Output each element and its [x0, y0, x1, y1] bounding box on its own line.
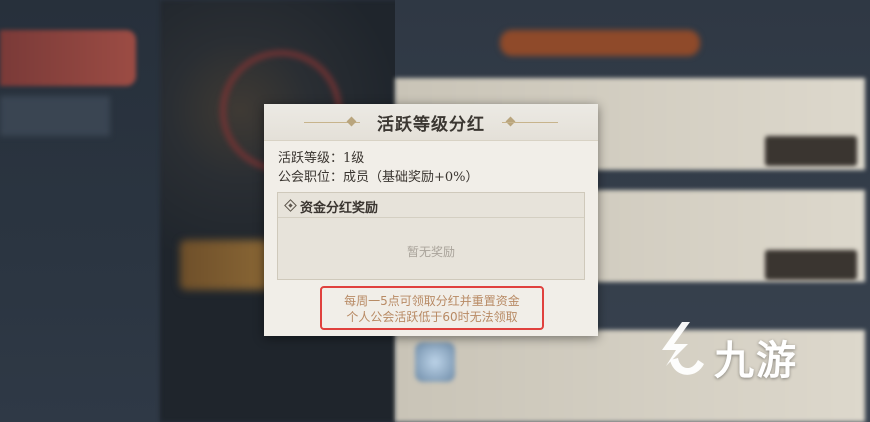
reward-panel-header: 资金分红奖励 — [278, 193, 584, 218]
background-card-button — [765, 250, 857, 280]
diamond-bullet-icon — [284, 199, 297, 212]
highlighted-notes: 每周一5点可领取分红并重置资金 个人公会活跃低于60时无法领取 — [320, 286, 544, 330]
no-reward-text: 暂无奖励 — [406, 245, 455, 259]
note-line: 个人公会活跃低于60时无法领取 — [346, 310, 518, 324]
background-gem-icon — [415, 342, 455, 382]
background-top-banner — [500, 30, 700, 56]
background-card-button — [765, 136, 857, 166]
jiuyou-logo-icon — [662, 322, 704, 375]
jiuyou-watermark: 九游 — [652, 318, 852, 388]
reward-panel-title: 资金分红奖励 — [300, 201, 379, 216]
dividend-reward-panel: 资金分红奖励 暂无奖励 — [277, 192, 585, 280]
activity-level-text: 活跃等级：1级 — [278, 151, 365, 166]
guild-position-text: 公会职位：成员（基础奖励+0%） — [278, 170, 479, 185]
dialog-header: 活跃等级分红 — [264, 104, 598, 141]
activity-dividend-dialog: 活跃等级分红 活跃等级：1级 公会职位：成员（基础奖励+0%） 资金分红奖励 暂… — [264, 104, 598, 336]
background-tab — [0, 96, 110, 136]
title-ornament-line-right — [502, 122, 558, 123]
watermark-text: 九游 — [714, 338, 798, 384]
background-active-tab — [0, 30, 136, 86]
note-line: 每周一5点可领取分红并重置资金 — [344, 294, 520, 308]
background-item-slots — [180, 240, 270, 290]
